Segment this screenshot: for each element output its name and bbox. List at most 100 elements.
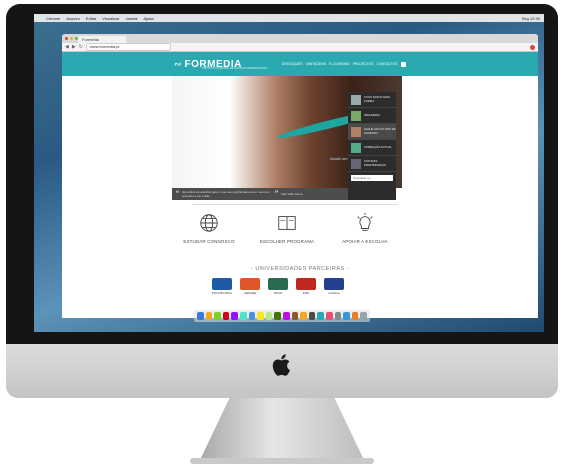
action-label: ESCOLHER PROGRAMA [259,239,315,244]
partner-name: ULisboa [328,291,340,295]
dock-app-icon[interactable] [360,312,367,320]
dock-app-icon[interactable] [343,312,350,320]
partner-logo[interactable]: CEPADE [240,278,261,295]
side-item-label: FORMAÇÃO ACTUAL [364,144,392,149]
apple-logo-icon [272,354,290,376]
dock-app-icon[interactable] [351,312,359,320]
dock-app-icon[interactable] [334,312,342,320]
forward-icon[interactable]: ▶ [72,44,76,50]
partner-mark [324,278,345,290]
browser-tab[interactable]: Formedia [78,36,126,43]
menu-item[interactable]: Editar [86,16,96,21]
extension-icon[interactable] [530,44,535,50]
desktop-screen: Chrome Arquivo Editar Visualizar Janela … [34,14,544,332]
side-menu: TOLIS NATA E MAIS FORMA JEMI EMIDA AVALI… [348,92,396,200]
site-header: ∾ FORMEDIA INSTITUTO EUROPEU DE ESTUDOS … [62,52,538,76]
dock-app-icon[interactable] [257,312,264,320]
partner-mark [212,278,232,290]
partner-name: FMH [302,291,310,295]
partner-name: CEPADE [243,291,257,295]
partner-mark [268,278,289,290]
action-label: ESTUDAR CONNOSCO [183,239,235,244]
menu-item[interactable]: Chrome [46,16,60,21]
dock-app-icon[interactable] [282,312,290,320]
side-item-label: JEMI EMIDA [364,112,381,117]
reload-icon[interactable]: ↻ [79,44,83,50]
user-icon[interactable] [401,61,407,67]
side-item[interactable]: FORMAÇÃO ACTUAL [348,140,396,156]
side-item-label: AVALIE UM FUTURO DE SUCESSO [364,127,396,135]
dock-app-icon[interactable] [197,312,204,320]
side-item[interactable]: FUTURAS PROFISSIONAIS [348,156,396,172]
dock-app-icon[interactable] [265,312,273,320]
partner-name: NOVA [273,291,283,295]
action-row: ESTUDAR CONNOSCO ESCOLHER PROGRAMA APOIA… [174,212,400,244]
side-item-label: FUTURAS PROFISSIONAIS [364,159,386,167]
action-estudar[interactable]: ESTUDAR CONNOSCO [174,212,244,244]
nav-contactos[interactable]: CONTACTOS [376,62,397,66]
action-label: APOIAR A ESCOLHA [342,239,388,244]
nav-projectos[interactable]: PROJECTOS [353,62,374,66]
partner-logo[interactable]: FMH [296,278,317,295]
menu-item[interactable]: Arquivo [66,16,80,21]
window-controls [65,37,78,40]
partner-logo[interactable]: POLITÉCNICA [212,278,232,295]
dock-app-icon[interactable] [274,312,281,320]
nav-destaques[interactable]: DESTAQUES [282,62,303,66]
menu-item[interactable]: Ajuda [143,16,153,21]
main-nav: DESTAQUES VANTAGENS E-LEARNING PROJECTOS… [282,62,397,66]
brand-tagline: INSTITUTO EUROPEU DE ESTUDOS EMPRESARIAI… [202,67,267,70]
action-apoiar[interactable]: APOIAR A ESCOLHA [330,212,400,244]
menu-item[interactable]: Visualizar [102,16,119,21]
book-icon [278,216,296,230]
partner-mark [296,278,317,290]
partners-heading: - UNIVERSIDADES PARCEIRAS - [250,266,350,272]
monitor-stand [200,398,364,460]
quote-icon: “ [176,188,179,199]
lightbulb-icon [357,212,373,231]
back-icon[interactable]: ◀ [65,44,69,50]
dock-app-icon[interactable] [239,312,247,320]
minimize-window-icon[interactable] [70,37,73,40]
os-dock [194,310,370,322]
nav-elearning[interactable]: E-LEARNING [329,62,350,66]
dock-app-icon[interactable] [231,312,238,320]
web-page: ∾ FORMEDIA INSTITUTO EUROPEU DE ESTUDOS … [62,52,538,318]
menu-item[interactable]: Janela [126,16,138,21]
dock-app-icon[interactable] [308,312,316,320]
dock-app-icon[interactable] [205,312,213,320]
side-item-label: TOLIS NATA E MAIS FORMA [364,95,390,103]
dock-app-icon[interactable] [222,312,230,320]
side-thumb [351,158,361,169]
partner-logo[interactable]: NOVA [268,278,289,295]
close-window-icon[interactable] [65,37,68,40]
os-menubar: Chrome Arquivo Editar Visualizar Janela … [34,14,544,22]
globe-icon [200,214,218,232]
dock-app-icon[interactable] [317,312,324,320]
dock-app-icon[interactable] [291,312,299,320]
monitor-base [190,458,374,464]
side-thumb [351,94,361,105]
side-thumb [351,126,361,137]
dock-app-icon[interactable] [325,312,333,320]
side-thumb [351,110,361,121]
side-search-input[interactable]: Pesquisar no [351,175,393,181]
url-bar: ◀ ▶ ↻ www.formedia.pt [62,43,538,52]
menubar-clock[interactable]: Seg 12:30 [522,16,540,21]
partner-mark [240,278,261,290]
dock-app-icon[interactable] [300,312,307,320]
side-item-active[interactable]: AVALIE UM FUTURO DE SUCESSO [348,124,396,140]
nav-vantagens[interactable]: VANTAGENS [306,62,326,66]
dock-app-icon[interactable] [214,312,221,320]
testimonial-text: Há muitos de estudos para o meu ano prob… [182,190,270,198]
side-item[interactable]: TOLIS NATA E MAIS FORMA [348,92,396,108]
side-item[interactable]: JEMI EMIDA [348,108,396,124]
browser-window: Formedia ◀ ▶ ↻ www.formedia.pt ∾ FORMEDI… [62,34,538,318]
dock-app-icon[interactable] [248,312,256,320]
address-input[interactable]: www.formedia.pt [85,43,171,51]
partner-logo[interactable]: ULisboa [324,278,345,295]
quote-close-icon: ” [275,188,278,199]
divider [192,204,398,205]
action-escolher[interactable]: ESCOLHER PROGRAMA [252,212,322,244]
tab-bar: Formedia [62,34,538,43]
